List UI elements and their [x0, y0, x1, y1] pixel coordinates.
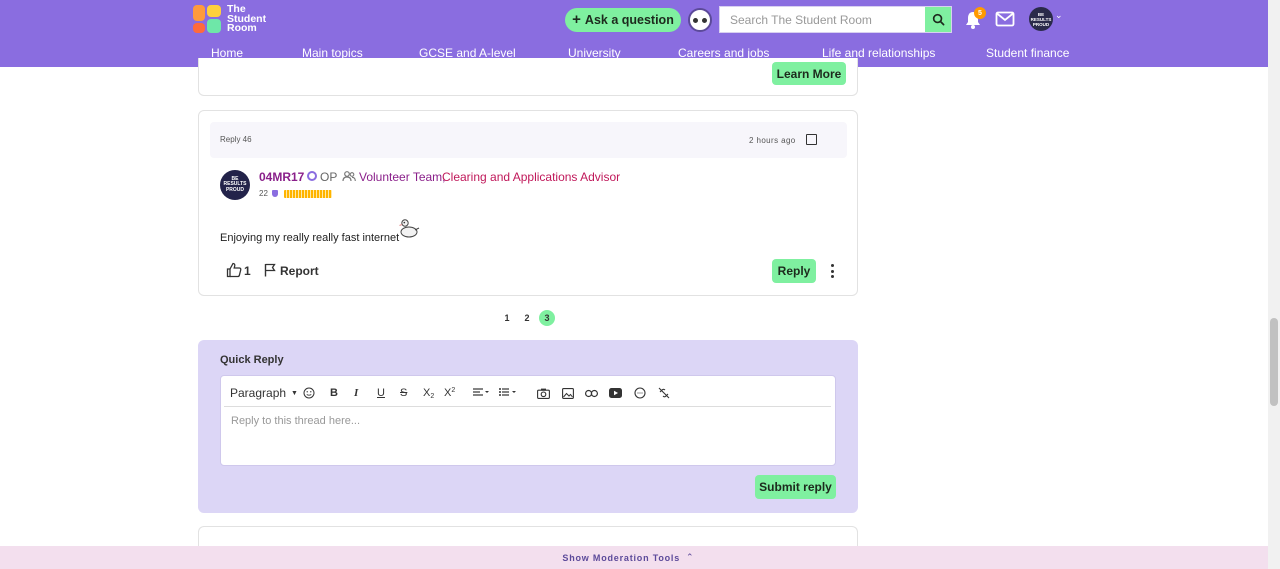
volunteer-team-link[interactable]: Volunteer Team, [359, 170, 446, 184]
moderation-tools-bar[interactable]: Show Moderation Tools ⌃ [0, 546, 1268, 569]
post-timestamp: 2 hours ago [749, 136, 796, 145]
flag-icon[interactable] [264, 263, 276, 277]
reputation-bar [284, 190, 332, 198]
chevron-up-icon: ⌃ [686, 552, 694, 562]
reply-textarea[interactable]: Reply to this thread here... [231, 415, 360, 427]
logo-text: The Student Room [227, 3, 267, 34]
moderation-tools-label: Show Moderation Tools [562, 552, 681, 563]
team-icon [342, 171, 356, 182]
promo-card [198, 58, 858, 96]
search-input[interactable] [720, 7, 925, 32]
page-3-link[interactable]: 3 [539, 310, 555, 326]
thumbs-up-icon[interactable] [226, 262, 242, 278]
post-username[interactable]: 04MR17 [259, 170, 304, 184]
scrollbar-thumb[interactable] [1270, 318, 1278, 406]
quick-reply-title: Quick Reply [220, 354, 284, 366]
page-2-link[interactable]: 2 [519, 310, 535, 326]
plus-icon: + [572, 11, 581, 28]
like-count: 1 [244, 264, 251, 278]
advisor-role-link[interactable]: Clearing and Applications Advisor [442, 170, 620, 184]
strikethrough-icon[interactable]: S [400, 385, 407, 401]
search-icon [932, 13, 944, 26]
report-button[interactable]: Report [280, 264, 319, 278]
bold-icon[interactable]: B [330, 385, 338, 401]
search-bar [719, 6, 952, 33]
owl-icon[interactable] [688, 8, 712, 32]
editor-toolbar: Paragraph ▼ B I U S X2 X2 [224, 381, 831, 407]
reputation-count: 22 [259, 189, 268, 198]
op-icon [307, 171, 317, 181]
nav-item-student-finance[interactable]: Student finance [986, 46, 1069, 60]
link-icon[interactable] [585, 385, 598, 401]
ask-question-button[interactable]: + Ask a question [565, 8, 681, 32]
logo-mark-icon [193, 5, 221, 34]
post-author-avatar[interactable]: BE RESULTS PROUD [220, 170, 250, 200]
align-icon[interactable] [473, 385, 489, 401]
learn-more-button[interactable]: Learn More [772, 62, 846, 85]
subscript-icon[interactable]: X2 [423, 385, 434, 401]
underline-icon[interactable]: U [377, 385, 385, 401]
mail-icon[interactable] [995, 11, 1015, 27]
shield-icon [272, 190, 278, 197]
post-body: Enjoying my really really fast internet [220, 232, 400, 244]
search-button[interactable] [925, 7, 951, 32]
circle-icon[interactable] [634, 385, 646, 401]
page-1-link[interactable]: 1 [499, 310, 515, 326]
caret-down-icon: ▼ [291, 389, 298, 397]
unlink-icon[interactable] [658, 385, 670, 401]
more-options-icon[interactable] [829, 264, 835, 278]
chevron-down-icon[interactable]: ⌄ [1055, 10, 1063, 21]
list-icon[interactable] [499, 385, 517, 401]
superscript-icon[interactable]: X2 [444, 385, 455, 401]
reply-number[interactable]: Reply 46 [220, 135, 252, 144]
site-header: The Student Room + Ask a question 5 BE R… [0, 0, 1268, 67]
submit-reply-button[interactable]: Submit reply [755, 475, 836, 499]
paragraph-dropdown[interactable]: Paragraph ▼ [230, 385, 298, 401]
op-label: OP [320, 170, 338, 184]
camera-icon[interactable] [537, 385, 550, 401]
reply-button[interactable]: Reply [772, 259, 816, 283]
emoji-icon[interactable] [303, 385, 315, 401]
page-scrollbar[interactable] [1268, 0, 1280, 569]
select-post-checkbox[interactable] [806, 134, 817, 145]
italic-icon[interactable]: I [354, 385, 358, 401]
site-logo[interactable]: The Student Room [193, 3, 287, 34]
user-avatar[interactable]: BE RESULTS PROUD [1029, 7, 1053, 31]
video-icon[interactable] [609, 385, 622, 401]
emoji-sticker-icon [399, 219, 420, 238]
image-icon[interactable] [562, 385, 574, 401]
notification-badge: 5 [974, 7, 986, 19]
